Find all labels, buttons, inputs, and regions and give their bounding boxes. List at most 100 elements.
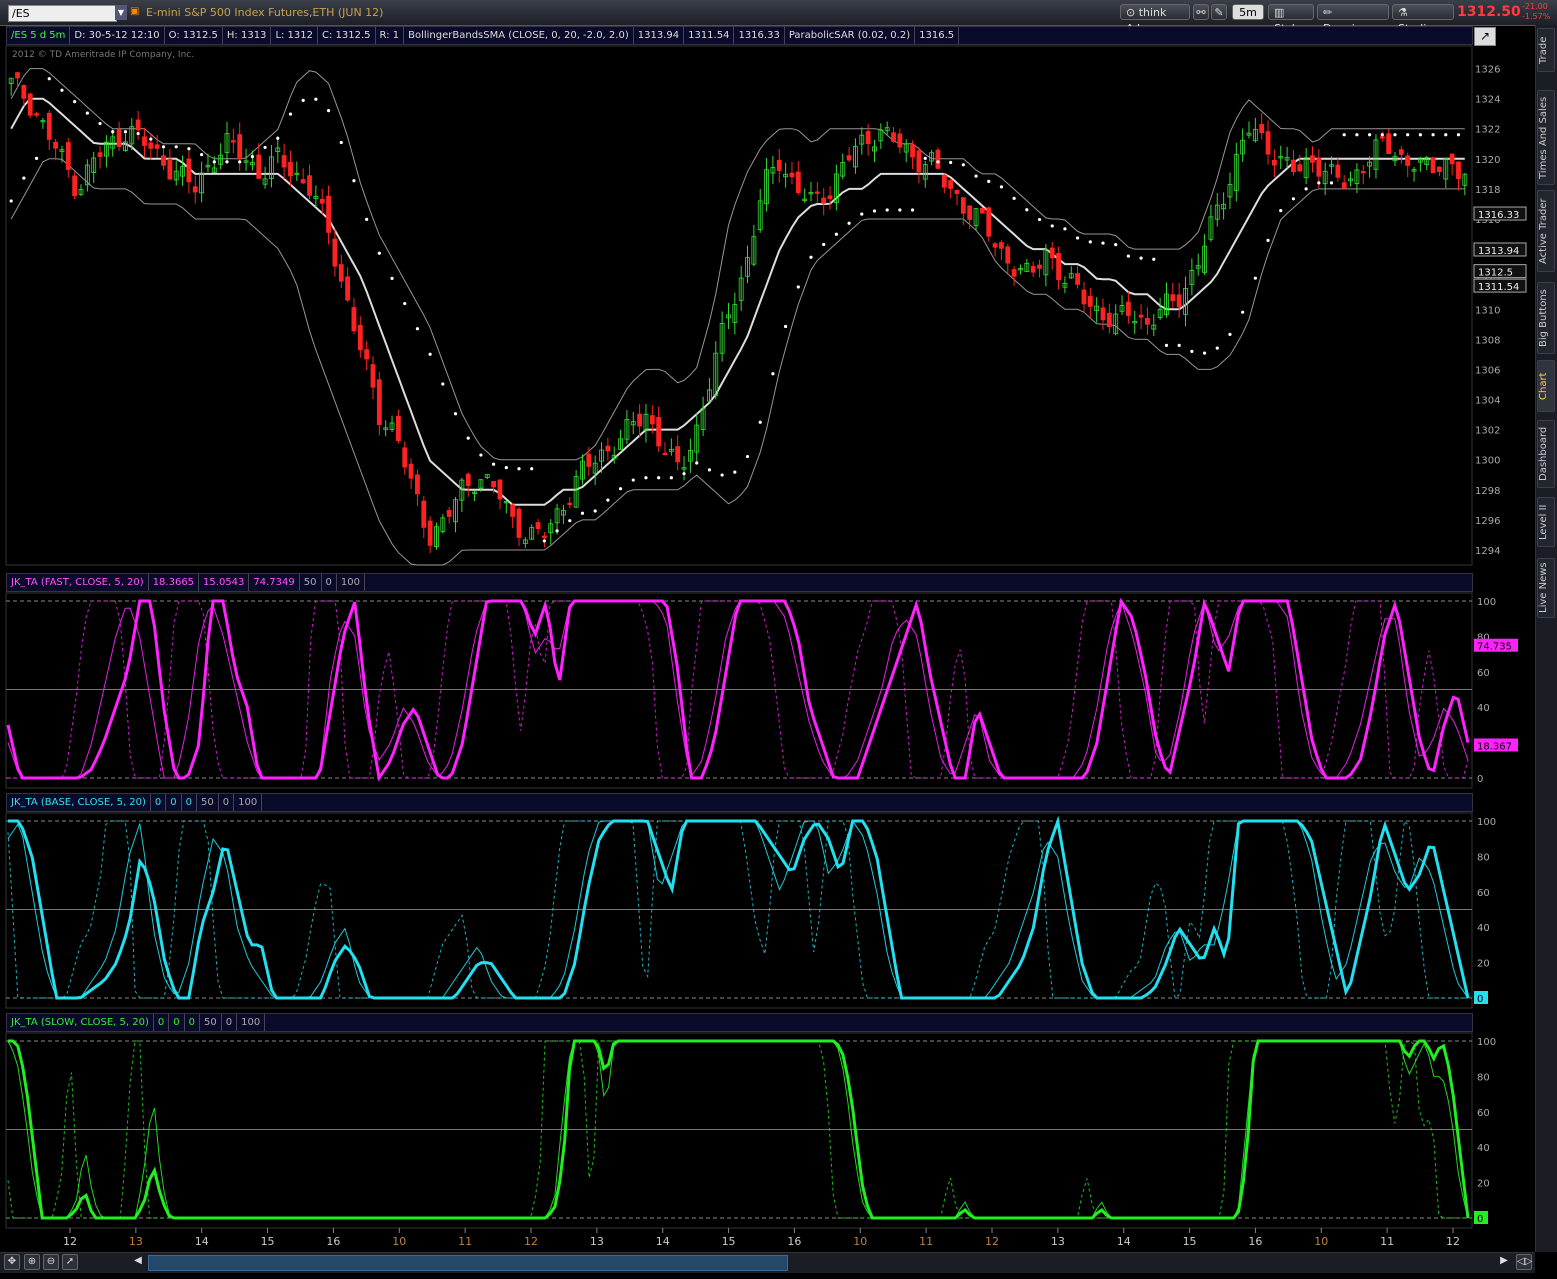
candle-body [649, 415, 655, 425]
side-tab-active-trader[interactable]: Active Trader [1537, 190, 1555, 272]
expand-icon[interactable]: ◁▷ [1516, 1254, 1532, 1270]
time-axis-label: 13 [129, 1235, 143, 1248]
price-axis-tick: 1296 [1475, 516, 1500, 527]
sar-dot [123, 130, 128, 134]
side-tab-chart[interactable]: Chart [1537, 360, 1555, 412]
zoom-in-icon[interactable]: ⊕ [24, 1254, 40, 1270]
candle-body [1075, 273, 1081, 285]
candle-body [941, 174, 947, 188]
candle-body [846, 155, 852, 161]
sar-dot [517, 467, 521, 471]
sar-dot [200, 152, 204, 157]
side-tab-big-buttons[interactable]: Big Buttons [1537, 282, 1555, 354]
candle-body [345, 276, 351, 301]
sar-dot [1418, 133, 1422, 137]
candle-body [154, 144, 160, 149]
side-tab-trade[interactable]: Trade [1537, 28, 1555, 72]
sar-dot [1279, 209, 1283, 213]
candle-body [230, 140, 236, 143]
candle-body [891, 132, 896, 142]
sar-dot [720, 473, 724, 477]
copyright-notice: 2012 © TD Ameritrade IP Company, Inc. [12, 50, 194, 60]
sar-dot [1253, 276, 1257, 280]
sar-dot [1241, 310, 1245, 314]
zoom-out-icon[interactable]: ⊖ [43, 1254, 59, 1270]
candle-body [567, 502, 573, 506]
sar-dot [771, 372, 775, 376]
osc-axis-tick: 20 [1477, 1179, 1490, 1190]
sar-dot [1291, 197, 1296, 201]
candle-body [46, 112, 52, 140]
osc-axis-tick: 60 [1477, 888, 1490, 899]
candle-body [319, 198, 325, 204]
candle-body [1360, 170, 1366, 174]
osc-axis-tick: 40 [1477, 923, 1490, 934]
candle-body [1341, 182, 1347, 189]
sar-dot [263, 145, 267, 150]
price-axis-tick: 1294 [1475, 546, 1500, 557]
scroll-left-icon[interactable]: ◀ [131, 1254, 145, 1268]
candle-body [53, 141, 59, 149]
candle-body [497, 479, 503, 500]
candle-body [1430, 157, 1436, 174]
pan-icon[interactable]: ✥ [4, 1254, 20, 1270]
side-tab-live-news[interactable]: Live News [1537, 558, 1555, 618]
candle-body [97, 152, 103, 157]
sar-dot [492, 462, 496, 466]
osc-axis-tick: 60 [1477, 1108, 1490, 1119]
price-axis-tick: 1324 [1475, 95, 1500, 106]
candle-body [338, 264, 344, 282]
timeline-scrollbar[interactable] [148, 1255, 788, 1271]
sar-dot [390, 276, 394, 280]
time-axis-label: 15 [1183, 1235, 1197, 1248]
candle-body [1335, 164, 1341, 178]
candle-body [821, 197, 827, 204]
sar-dot [1063, 227, 1067, 231]
chart-area[interactable]: 2012 © TD Ameritrade IP Company, Inc. 12… [0, 0, 1535, 1252]
candle-body [1437, 166, 1442, 173]
candle-body [72, 175, 78, 197]
sar-dot [1368, 133, 1372, 137]
candle-body [34, 113, 39, 116]
sar-dot [1152, 257, 1156, 261]
cursor-icon[interactable]: ➚ [62, 1254, 78, 1270]
sar-dot [1101, 241, 1105, 245]
side-tab-times-and-sales[interactable]: Times And Sales [1537, 90, 1555, 185]
price-label: 1316.33 [1478, 210, 1519, 221]
osc-axis-tick: 40 [1477, 1143, 1490, 1154]
sar-dot [669, 476, 673, 480]
sar-dot [250, 154, 254, 159]
sar-dot [936, 160, 940, 164]
candle-body [1087, 296, 1093, 307]
candle-body [662, 452, 668, 456]
sar-dot [1202, 351, 1207, 355]
side-tab-level-ii[interactable]: Level II [1537, 497, 1555, 547]
candle-body [827, 195, 833, 200]
time-axis-label: 12 [1446, 1235, 1460, 1248]
candle-body [161, 155, 166, 166]
candle-body [408, 463, 414, 479]
candle-body [637, 413, 643, 427]
time-axis-label: 14 [1117, 1235, 1131, 1248]
candle-body [1081, 289, 1087, 305]
scroll-right-icon[interactable]: ▶ [1497, 1254, 1511, 1268]
time-axis-label: 15 [261, 1235, 275, 1248]
sar-dot [428, 352, 432, 356]
sar-dot [949, 160, 953, 165]
candle-body [1049, 247, 1055, 259]
osc-value-label: 0 [1477, 994, 1483, 1005]
candle-body [795, 171, 801, 194]
candle-body [395, 415, 401, 442]
sar-dot [326, 109, 331, 113]
sar-dot [85, 111, 89, 115]
sar-dot [453, 412, 458, 416]
sar-dot [377, 251, 381, 255]
sar-dot [542, 539, 546, 543]
candle-body [999, 242, 1004, 249]
sar-dot [9, 199, 13, 203]
side-tab-dashboard[interactable]: Dashboard [1537, 420, 1555, 488]
sar-dot [580, 511, 585, 515]
candle-body [1056, 253, 1061, 281]
sar-dot [1177, 343, 1181, 347]
sar-dot [238, 160, 242, 164]
